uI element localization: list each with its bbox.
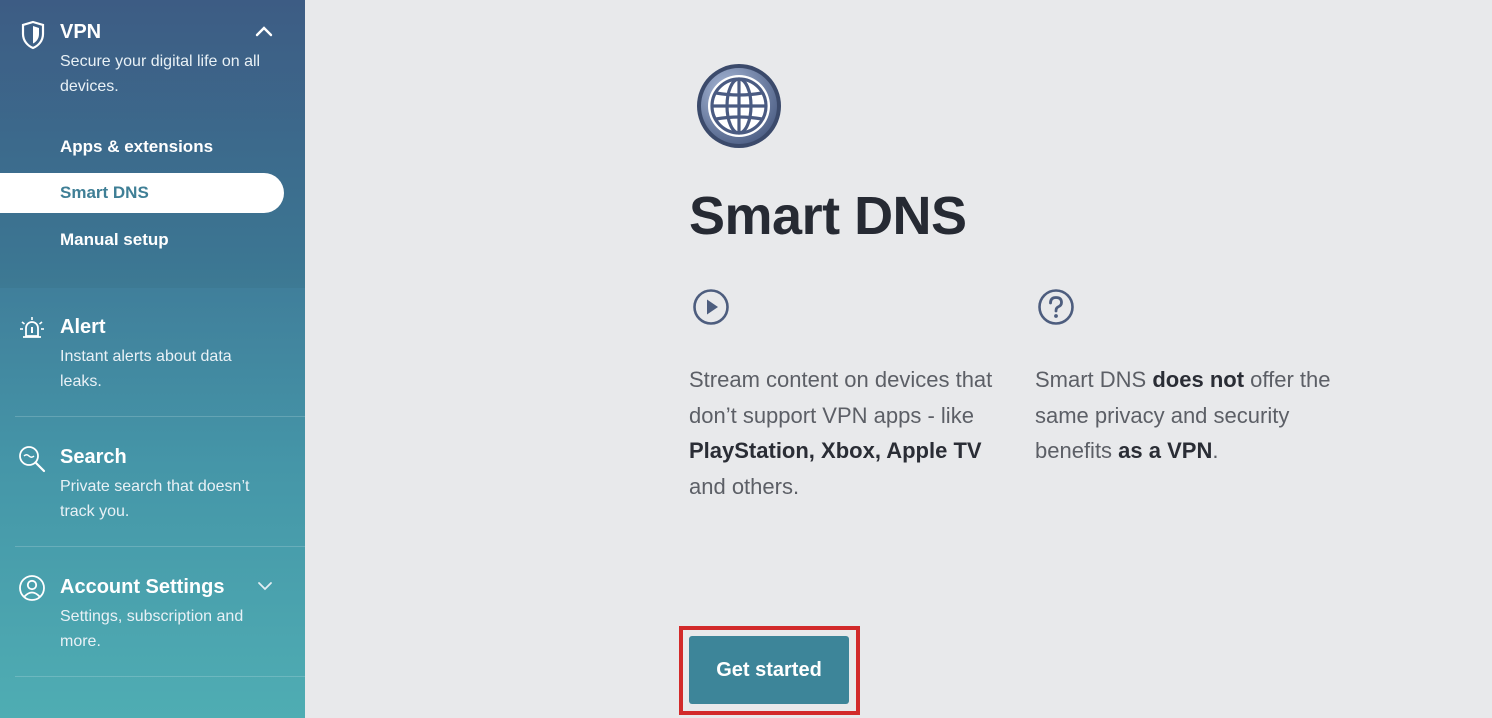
account-description: Settings, subscription and more.: [60, 608, 244, 650]
alert-description: Instant alerts about data leaks.: [60, 348, 232, 390]
account-title[interactable]: Account Settings: [60, 576, 224, 599]
privacy-does-not-bold: does not: [1152, 367, 1245, 392]
main-content: Smart DNS Stream content on devices that…: [305, 0, 1492, 718]
stream-text-pre: Stream content on devices that don’t sup…: [689, 367, 993, 428]
privacy-text-pre: Smart DNS: [1035, 367, 1153, 392]
vpn-description: Secure your digital life on all devices.: [60, 53, 261, 95]
privacy-text-post: .: [1212, 438, 1219, 463]
divider: [15, 676, 305, 677]
privacy-note: Smart DNS does not offer the same privac…: [1035, 362, 1365, 469]
stream-text-post: and others.: [689, 473, 800, 499]
alert-title[interactable]: Alert: [60, 316, 106, 339]
divider: [15, 546, 305, 547]
divider: [15, 416, 305, 417]
sidebar-item-manual-setup[interactable]: Manual setup: [60, 230, 169, 250]
globe-icon: [697, 64, 781, 148]
chevron-up-icon[interactable]: [255, 25, 273, 37]
play-circle-icon: [693, 289, 729, 325]
stream-devices-bold: PlayStation, Xbox, Apple TV: [689, 438, 982, 463]
sidebar: VPN Secure your digital life on all devi…: [0, 0, 305, 718]
chevron-down-icon[interactable]: [257, 581, 273, 592]
sidebar-item-smart-dns[interactable]: Smart DNS: [0, 173, 284, 213]
stream-description: Stream content on devices that don’t sup…: [689, 362, 1019, 504]
search-icon: [19, 446, 46, 473]
help-circle-icon: [1038, 289, 1074, 325]
get-started-button[interactable]: Get started: [689, 636, 849, 704]
shield-icon: [21, 20, 45, 50]
sidebar-item-label: Smart DNS: [60, 183, 149, 202]
alert-bell-icon: [20, 317, 44, 338]
user-icon: [19, 575, 45, 601]
page-title: Smart DNS: [689, 186, 967, 246]
privacy-as-vpn-bold: as a VPN: [1118, 438, 1213, 463]
search-title[interactable]: Search: [60, 446, 127, 469]
search-description: Private search that doesn’t track you.: [60, 478, 250, 520]
sidebar-item-apps-extensions[interactable]: Apps & extensions: [60, 137, 213, 157]
vpn-title[interactable]: VPN: [60, 21, 101, 44]
